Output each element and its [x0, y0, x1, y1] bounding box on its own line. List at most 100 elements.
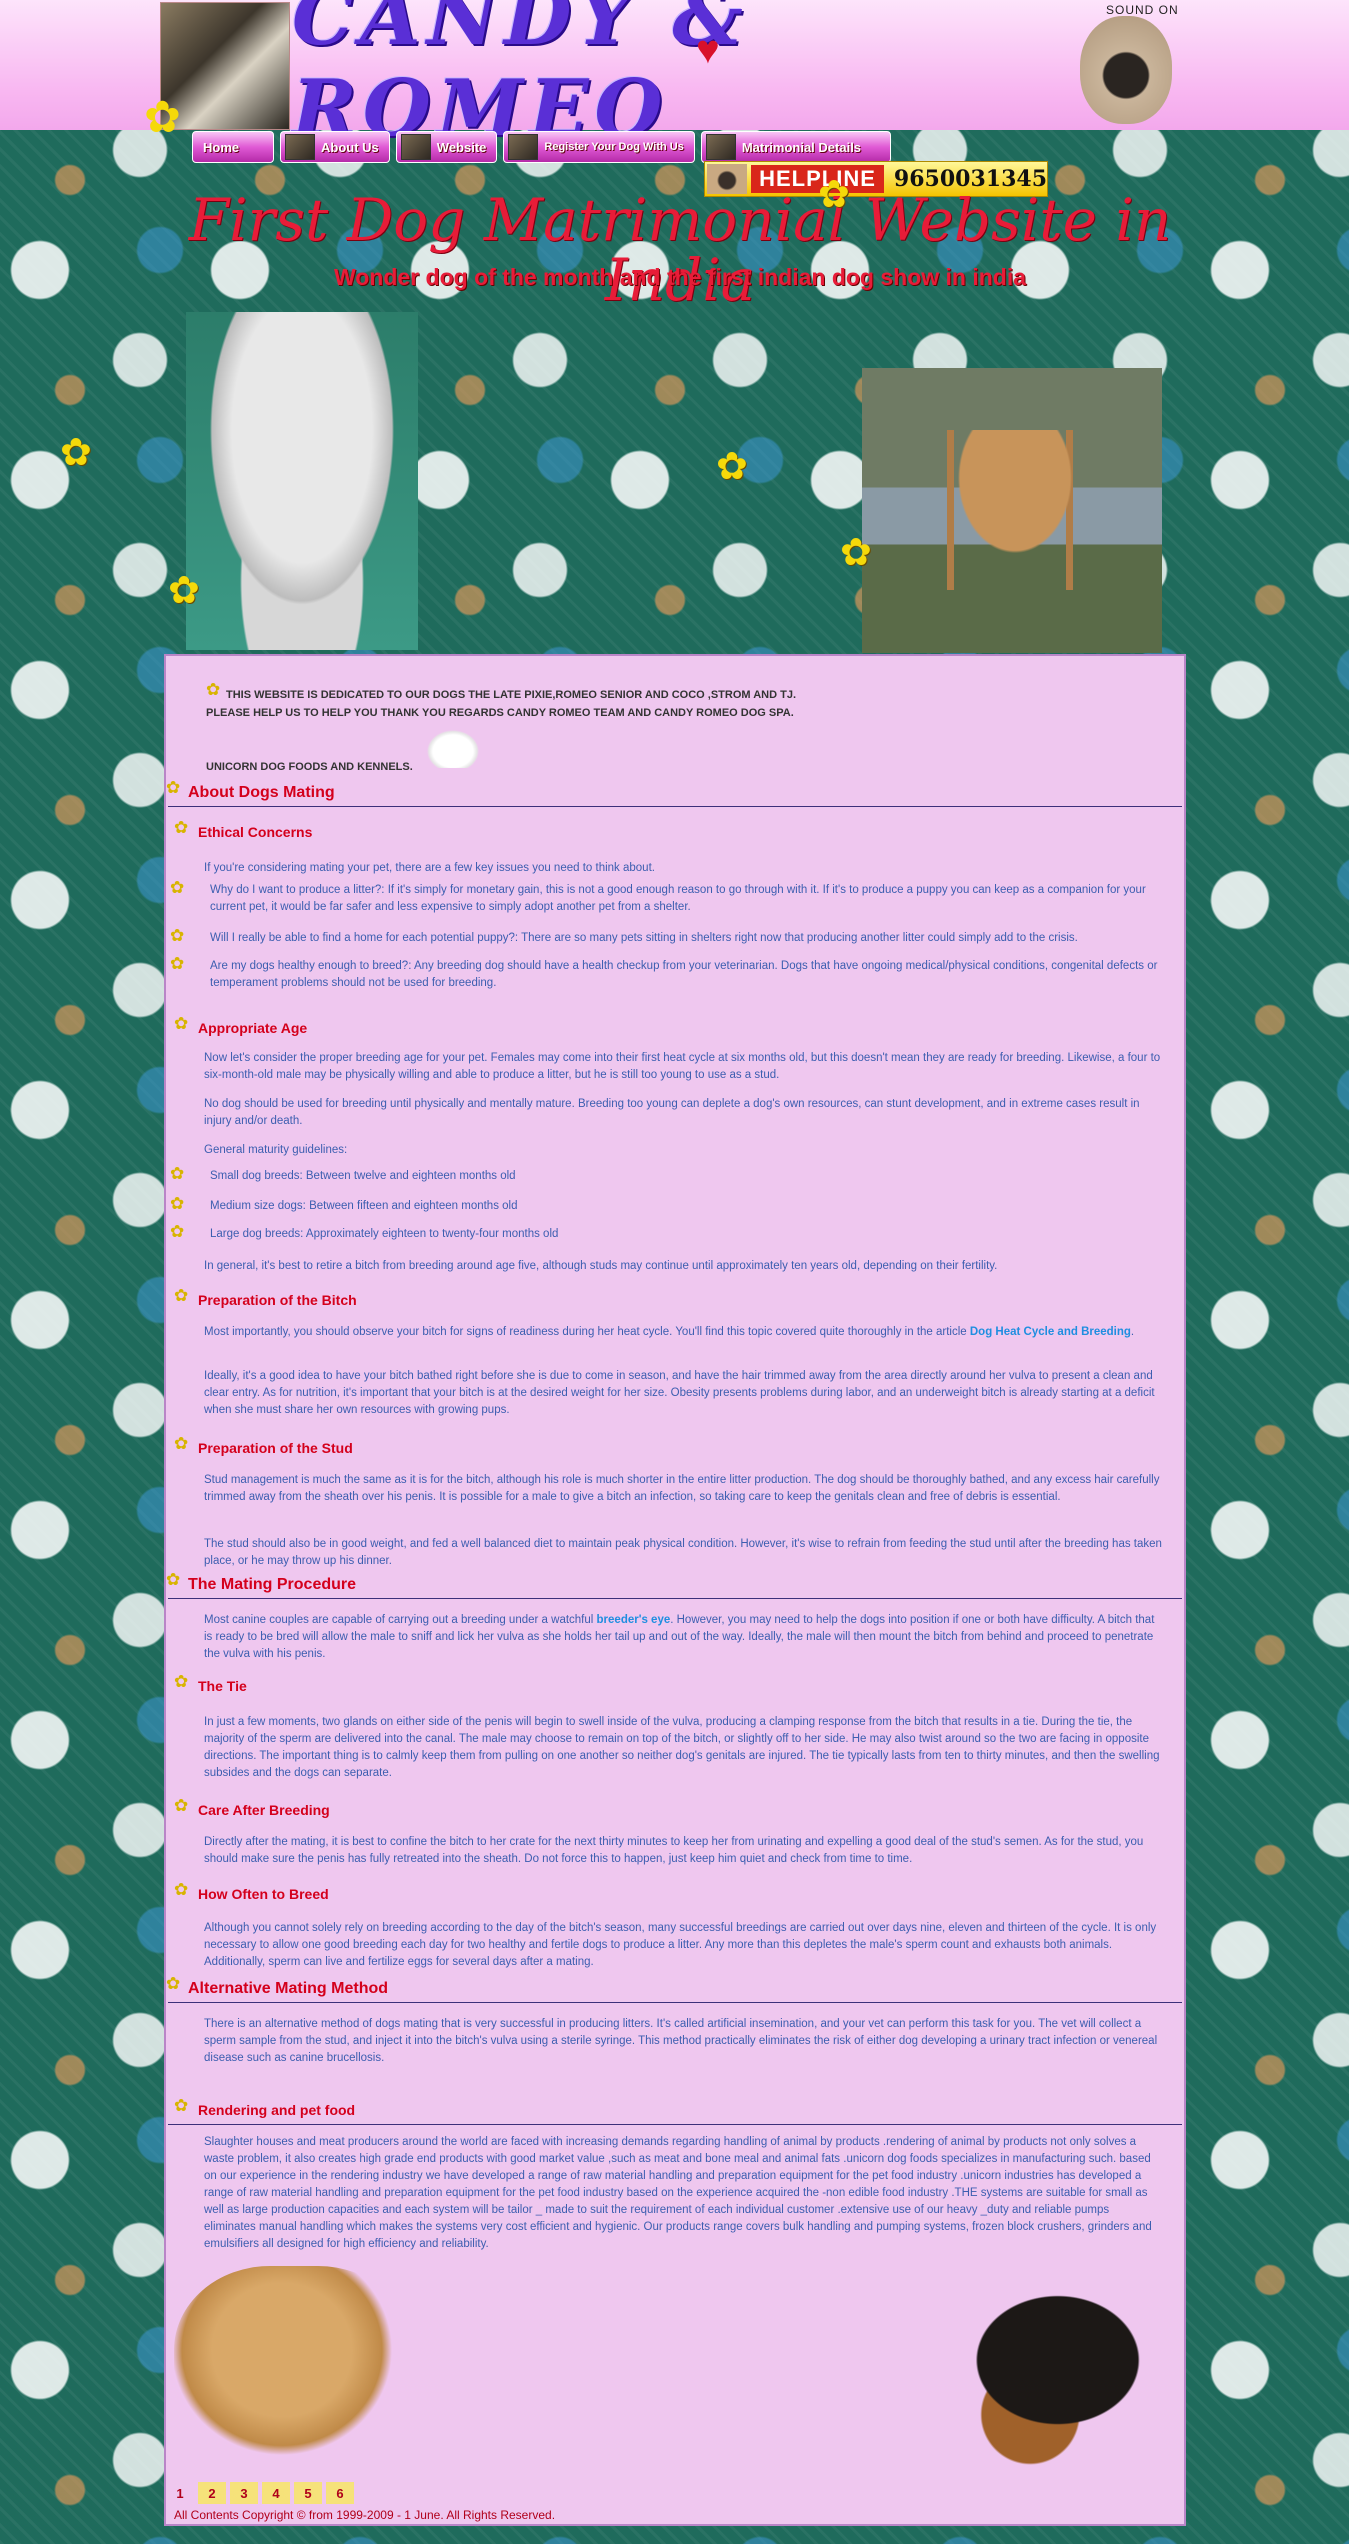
- divider: [168, 806, 1182, 807]
- yellow-dog-icon: ✿: [170, 1194, 185, 1213]
- heading-stud: Preparation of the Stud: [198, 1440, 353, 1456]
- age-g1: Small dog breeds: Between twelve and eig…: [210, 1170, 516, 1182]
- content-panel: ✿ THIS WEBSITE IS DEDICATED TO OUR DOGS …: [164, 654, 1186, 2526]
- site-brand-logo: CANDY & ROMEO: [292, 0, 749, 154]
- page-link[interactable]: 5: [294, 2482, 322, 2504]
- heading-care: Care After Breeding: [198, 1802, 330, 1818]
- age-p2: No dog should be used for breeding until…: [204, 1098, 1140, 1127]
- yellow-dog-icon: ✿: [206, 680, 221, 699]
- yellow-dog-icon: ✿: [716, 446, 748, 488]
- breeders-eye-link[interactable]: breeder's eye: [597, 1614, 671, 1626]
- ethical-intro: If you're considering mating your pet, t…: [204, 862, 655, 874]
- nav-register[interactable]: Register Your Dog With Us: [503, 131, 695, 163]
- yellow-dog-icon: ✿: [174, 1796, 189, 1815]
- yellow-dog-icon: ✿: [174, 1014, 189, 1033]
- yellow-dog-icon: ✿: [174, 1880, 189, 1899]
- copyright-text: All Contents Copyright © from 1999-2009 …: [174, 2508, 556, 2522]
- tie-p1: In just a few moments, two glands on eit…: [204, 1716, 1160, 1779]
- nav-website-label: Website: [436, 139, 487, 155]
- age-p4: In general, it's best to retire a bitch …: [204, 1260, 998, 1272]
- divider: [168, 2002, 1182, 2003]
- great-dane-figure: [930, 430, 1100, 590]
- yellow-dog-icon: ✿: [60, 432, 92, 474]
- yellow-dog-icon: ✿: [174, 2096, 189, 2115]
- yellow-dog-icon: ✿: [166, 1570, 181, 1589]
- age-p1: Now let's consider the proper breeding a…: [204, 1052, 1161, 1081]
- alt-p1: There is an alternative method of dogs m…: [204, 2018, 1158, 2064]
- stud-p2: The stud should also be in good weight, …: [204, 1538, 1162, 1567]
- page-subtitle: Wonder dog of the month and the first in…: [333, 264, 1027, 290]
- main-navigation: Home About Us Website Register Your Dog …: [146, 130, 906, 164]
- divider: [168, 1598, 1182, 1599]
- page-link[interactable]: 1: [166, 2482, 194, 2504]
- page-link[interactable]: 4: [262, 2482, 290, 2504]
- dog-thumb-icon: [285, 134, 315, 160]
- heat-cycle-link[interactable]: Dog Heat Cycle and Breeding: [970, 1326, 1131, 1338]
- heading-alternative: Alternative Mating Method: [188, 1980, 389, 1997]
- care-p1: Directly after the mating, it is best to…: [204, 1836, 1144, 1865]
- page-link[interactable]: 6: [326, 2482, 354, 2504]
- yellow-dog-icon: ✿: [170, 1222, 185, 1241]
- pug-image: [1080, 16, 1172, 124]
- yellow-dog-icon: ✿: [170, 1164, 185, 1183]
- dog-thumb-icon: [705, 134, 736, 160]
- bitch-p1-text: Most importantly, you should observe you…: [204, 1326, 970, 1338]
- nav-home[interactable]: Home: [192, 131, 274, 163]
- page-title: First Dog Matrimonial Website in India: [188, 186, 1172, 314]
- yellow-dog-icon: ✿: [818, 174, 850, 216]
- yellow-dog-icon: ✿: [174, 1434, 189, 1453]
- heading-procedure: The Mating Procedure: [188, 1576, 357, 1593]
- procedure-p1-text: Most canine couples are capable of carry…: [204, 1614, 597, 1626]
- nav-matrimonial[interactable]: Matrimonial Details: [700, 131, 891, 163]
- bitch-p2: Ideally, it's a good idea to have your b…: [204, 1370, 1155, 1416]
- heading-rendering: Rendering and pet food: [198, 2102, 356, 2118]
- often-p1: Although you cannot solely rely on breed…: [204, 1922, 1157, 1968]
- bitch-p1-end: .: [1130, 1326, 1135, 1338]
- heading-about-mating: About Dogs Mating: [188, 784, 335, 801]
- unicorn-label: UNICORN DOG FOODS AND KENNELS.: [206, 761, 413, 773]
- nav-matrimonial-label: Matrimonial Details: [741, 139, 862, 155]
- yellow-dog-icon: ✿: [174, 1672, 189, 1691]
- page-link[interactable]: 2: [198, 2482, 226, 2504]
- nav-about-label: About Us: [321, 139, 379, 155]
- age-p3: General maturity guidelines:: [204, 1144, 348, 1156]
- yellow-dog-icon: ✿: [174, 1286, 189, 1305]
- yellow-dog-icon: ✿: [168, 570, 200, 612]
- yellow-dog-icon: ✿: [166, 778, 181, 797]
- procedure-p1: Most canine couples are capable of carry…: [204, 1612, 1164, 1663]
- nav-about-us[interactable]: About Us: [280, 131, 390, 163]
- ethical-q3: Are my dogs healthy enough to breed?: An…: [210, 960, 1158, 989]
- heading-tie: The Tie: [198, 1678, 247, 1694]
- heading-often: How Often to Breed: [198, 1886, 329, 1902]
- rottweiler-image: [906, 2262, 1182, 2480]
- heading-bitch: Preparation of the Bitch: [198, 1292, 357, 1308]
- page-link[interactable]: 3: [230, 2482, 258, 2504]
- poodle-image: [186, 312, 418, 650]
- yellow-dog-icon: ✿: [170, 878, 185, 897]
- sound-toggle[interactable]: SOUND ON: [1106, 3, 1179, 17]
- yellow-dog-icon: ✿: [174, 818, 189, 837]
- heading-age: Appropriate Age: [198, 1020, 308, 1036]
- dog-thumb-icon: [508, 134, 539, 160]
- nav-website[interactable]: Website: [395, 131, 498, 163]
- stud-p1: Stud management is much the same as it i…: [204, 1474, 1160, 1503]
- chow-chow-image: [174, 2266, 414, 2476]
- unicorn-image: [422, 726, 484, 768]
- dog-thumb-icon: [400, 134, 431, 160]
- dedication-line-2: PLEASE HELP US TO HELP YOU THANK YOU REG…: [206, 707, 794, 719]
- dedication-line: THIS WEBSITE IS DEDICATED TO OUR DOGS TH…: [226, 689, 796, 701]
- age-g3: Large dog breeds: Approximately eighteen…: [210, 1228, 559, 1240]
- ethical-q2: Will I really be able to find a home for…: [210, 932, 1078, 944]
- age-g2: Medium size dogs: Between fifteen and ei…: [210, 1200, 518, 1212]
- pagination: 1 2 3 4 5 6: [166, 2482, 354, 2504]
- yellow-dog-icon: ✿: [840, 532, 872, 574]
- nav-register-label: Register Your Dog With Us: [544, 141, 684, 153]
- yellow-dog-icon: ✿: [166, 1974, 181, 1993]
- nav-home-label: Home: [203, 139, 240, 155]
- render-p1: Slaughter houses and meat producers arou…: [204, 2136, 1152, 2250]
- divider: [168, 2124, 1182, 2125]
- bitch-p1: Most importantly, you should observe you…: [204, 1324, 1164, 1341]
- heart-icon: ♥: [696, 28, 720, 72]
- yellow-dog-icon: ✿: [170, 926, 185, 945]
- heading-ethical: Ethical Concerns: [198, 824, 313, 840]
